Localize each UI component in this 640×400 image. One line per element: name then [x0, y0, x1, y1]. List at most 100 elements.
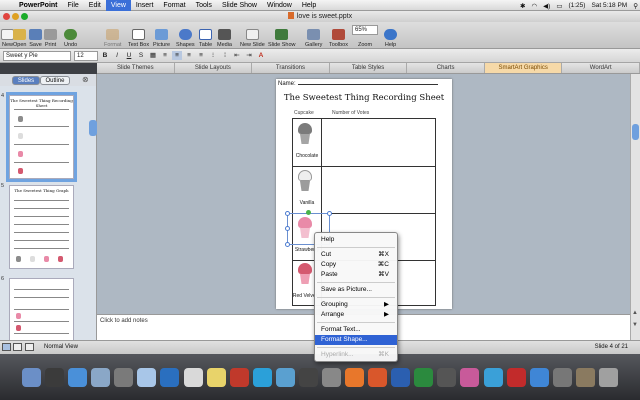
menu-window[interactable]: Window [262, 0, 297, 11]
app-store-icon[interactable] [68, 368, 88, 387]
slide-show-view-icon[interactable] [25, 343, 34, 351]
battery-icon[interactable]: ▭ [556, 2, 562, 10]
preview-icon[interactable] [137, 368, 157, 387]
context-item-hyperlink[interactable]: Hyperlink... ⌘K [315, 350, 397, 360]
undo-button[interactable]: Undo [64, 24, 77, 48]
tab-slide-themes[interactable]: Slide Themes [97, 63, 175, 73]
photo-icon[interactable] [114, 368, 134, 387]
tab-transitions[interactable]: Transitions [252, 63, 330, 73]
resize-handle-icon[interactable] [285, 226, 290, 231]
column-votes-header[interactable]: Number of Votes [332, 110, 369, 116]
justify-icon[interactable]: ≡ [196, 51, 206, 60]
scroll-thumb[interactable] [632, 124, 639, 140]
pane-splitter-handle[interactable] [89, 120, 97, 136]
row-label-vanilla[interactable]: Vanilla [292, 200, 322, 206]
text-box-button[interactable]: Text Box [128, 24, 149, 48]
bullets-icon[interactable]: ⁝ [208, 51, 218, 60]
font-color-icon[interactable]: A [256, 51, 266, 60]
underline-icon[interactable]: U [124, 51, 134, 60]
align-left-icon[interactable]: ≡ [160, 51, 170, 60]
decrease-indent-icon[interactable]: ⇤ [232, 51, 242, 60]
zoom-window-icon[interactable] [21, 13, 28, 20]
scroll-down-icon[interactable]: ▼ [632, 322, 638, 328]
word-icon[interactable] [391, 368, 411, 387]
skype-icon[interactable] [252, 368, 272, 387]
system-preferences-icon[interactable] [322, 368, 341, 387]
tab-slide-layouts[interactable]: Slide Layouts [175, 63, 253, 73]
align-right-icon[interactable]: ≡ [184, 51, 194, 60]
slide-title[interactable]: The Sweetest Thing Recording Sheet [276, 93, 452, 103]
tweet-icon[interactable] [483, 368, 503, 387]
downloads-icon[interactable] [575, 368, 595, 387]
row-label-chocolate[interactable]: Chocolate [292, 153, 322, 159]
vertical-scrollbar[interactable]: ▲ ▼ [630, 74, 640, 340]
numbering-icon[interactable]: ⁞ [220, 51, 230, 60]
context-item-arrange[interactable]: Arrange ▶ [315, 310, 397, 320]
minimize-icon[interactable] [12, 13, 19, 20]
tab-slides[interactable]: Slides [12, 76, 40, 85]
rotate-handle-icon[interactable] [306, 210, 311, 215]
trash-icon[interactable] [598, 368, 618, 387]
new-slide-button[interactable]: New Slide [240, 24, 265, 48]
strikethrough-icon[interactable]: ▦ [148, 51, 158, 60]
gallery-button[interactable]: Gallery [305, 24, 322, 48]
column-cupcake-header[interactable]: Cupcake [294, 110, 314, 116]
context-item-cut[interactable]: Cut ⌘X [315, 250, 397, 260]
format-button[interactable]: Format [104, 24, 121, 48]
context-item-save-as-picture[interactable]: Save as Picture... [315, 285, 397, 295]
stickies-icon[interactable] [206, 368, 226, 387]
tab-wordart[interactable]: WordArt [562, 63, 640, 73]
menu-powerpoint[interactable]: PowerPoint [14, 0, 63, 11]
print-button[interactable]: Print [44, 24, 57, 48]
context-item-format-shape[interactable]: Format Shape... [315, 335, 397, 345]
bluetooth-icon[interactable]: ✱ [520, 2, 525, 10]
tab-outline[interactable]: Outline [40, 76, 70, 85]
red-velvet-cupcake-image[interactable] [296, 263, 314, 285]
tab-table-styles[interactable]: Table Styles [330, 63, 408, 73]
slide-show-button[interactable]: Slide Show [268, 24, 296, 48]
media-button[interactable]: Media [217, 24, 232, 48]
name-label[interactable]: Name: [278, 81, 438, 87]
paint-icon[interactable] [460, 368, 480, 387]
script-icon[interactable] [552, 368, 572, 387]
increase-indent-icon[interactable]: ⇥ [244, 51, 254, 60]
picture-button[interactable]: Picture [153, 24, 170, 48]
shapes-button[interactable]: Shapes [176, 24, 195, 48]
menu-insert[interactable]: Insert [131, 0, 159, 11]
itunes-icon[interactable] [160, 368, 180, 387]
excel-icon[interactable] [414, 368, 434, 387]
menu-file[interactable]: File [63, 0, 84, 11]
context-item-format-text[interactable]: Format Text... [315, 325, 397, 335]
clock[interactable]: Sat 5:18 PM [591, 2, 627, 9]
normal-view-icon[interactable] [2, 343, 11, 351]
font-name-field[interactable]: Sweet y Pie [3, 50, 71, 61]
save-button[interactable]: Save [29, 24, 42, 48]
open-button[interactable]: Open [13, 24, 26, 48]
close-icon[interactable] [3, 13, 10, 20]
zoom-field[interactable]: 65% [352, 25, 378, 35]
context-item-paste[interactable]: Paste ⌘V [315, 270, 397, 280]
pdf-icon[interactable] [506, 368, 526, 387]
mail-icon[interactable] [91, 368, 111, 387]
context-item-help[interactable]: Help [315, 235, 397, 245]
menu-help[interactable]: Help [297, 0, 321, 11]
flash-icon[interactable] [229, 368, 249, 387]
menu-tools[interactable]: Tools [191, 0, 217, 11]
scroll-up-icon[interactable]: ▲ [632, 310, 638, 316]
menu-slide-show[interactable]: Slide Show [217, 0, 262, 11]
finder-icon[interactable] [22, 368, 41, 387]
bold-icon[interactable]: B [100, 51, 110, 60]
resize-handle-icon[interactable] [327, 211, 332, 216]
volume-icon[interactable]: ◀) [543, 2, 550, 10]
zoom-control[interactable]: 65% Zoom [352, 24, 378, 48]
slide-thumbnail-6[interactable] [9, 278, 74, 340]
resize-handle-icon[interactable] [285, 242, 290, 247]
firefox-icon[interactable] [345, 368, 365, 387]
close-pane-icon[interactable]: ⊗ [82, 75, 89, 84]
spotlight-icon[interactable]: ⚲ [633, 2, 638, 10]
align-center-icon[interactable]: ≡ [172, 51, 182, 60]
context-item-grouping[interactable]: Grouping ▶ [315, 300, 397, 310]
notes-placeholder[interactable]: Click to add notes [100, 318, 148, 324]
table-button[interactable]: Table [199, 24, 212, 48]
shadow-icon[interactable]: S [136, 51, 146, 60]
